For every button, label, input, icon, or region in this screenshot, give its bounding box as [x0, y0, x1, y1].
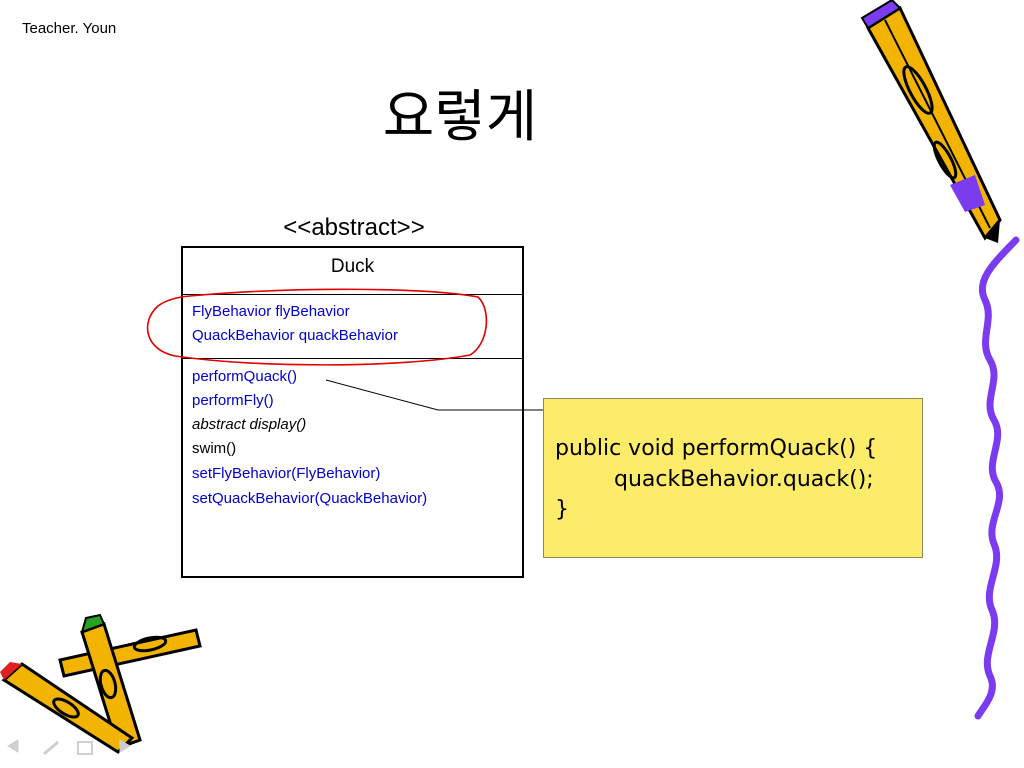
- pencil-icon: [860, 0, 1002, 243]
- decoration-layer: [0, 0, 1020, 756]
- crossed-pencils-icon: [0, 613, 202, 754]
- highlight-ellipse: [146, 288, 488, 366]
- note-connector: [325, 379, 543, 411]
- squiggle-decoration: [974, 236, 1020, 720]
- menu-icon[interactable]: [77, 741, 93, 755]
- pen-icon[interactable]: [43, 740, 59, 756]
- prev-arrow-icon[interactable]: [7, 739, 19, 753]
